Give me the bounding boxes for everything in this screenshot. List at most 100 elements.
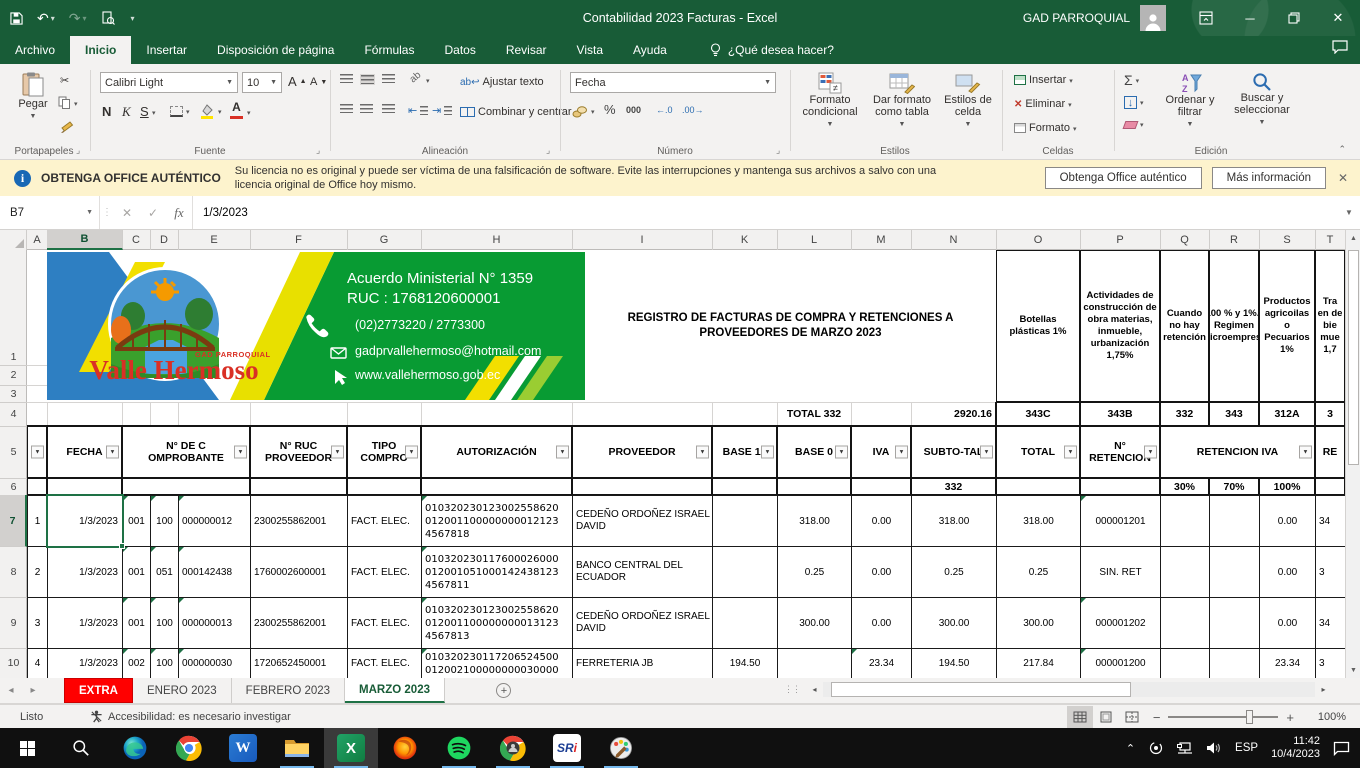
column-header-H[interactable]: H [421,230,573,250]
cell-F9[interactable]: 2300255862001 [250,597,348,649]
table-subheader-L[interactable] [776,477,852,496]
restore-button[interactable] [1272,0,1316,36]
row-header-1[interactable]: 1 [0,250,27,366]
table-header-A[interactable]: ▼ [26,425,48,479]
cell-S10[interactable]: 23.34 [1259,648,1316,678]
cell-S7[interactable]: 0.00 [1259,495,1316,547]
cell-Q4-code[interactable]: 332 [1159,401,1210,427]
delete-cells-button[interactable]: ✕ Eliminar▾ [1014,98,1072,110]
cell-R10[interactable] [1209,648,1260,678]
format-painter-icon[interactable] [60,120,74,134]
table-header-G[interactable]: TIPO COMPRO▼ [346,425,422,479]
cell-S4-code[interactable]: 312A [1258,401,1316,427]
row-header-7[interactable]: 7 [0,495,27,547]
header-P1-retention[interactable]: Actividades de construcción de obra mate… [1079,249,1161,403]
decrease-decimal-icon[interactable]: .00→ [682,105,704,115]
orientation-dropdown-icon[interactable]: ▾ [426,76,430,85]
table-subheader-M[interactable] [850,477,912,496]
align-left-icon[interactable] [340,104,353,113]
cell-R4-code[interactable]: 343 [1208,401,1260,427]
license-close-icon[interactable]: ✕ [1326,171,1360,185]
sort-filter-button[interactable]: AZ Ordenar y filtrar ▼ [1158,72,1222,131]
zoom-slider[interactable] [1168,716,1278,718]
cell-F7[interactable]: 2300255862001 [250,495,348,547]
accounting-format-icon[interactable]: ▾ [572,104,595,118]
underline-dropdown-icon[interactable]: ▾ [152,108,156,117]
cell-A7[interactable]: 1 [27,495,48,547]
portapapeles-launcher-icon[interactable]: ⌟ [76,145,80,156]
table-header-F[interactable]: N° RUC PROVEEDOR▼ [249,425,348,479]
cell-N7[interactable]: 318.00 [911,495,997,547]
header-S1-retention[interactable]: Productos agricoilas o Pecuarios 1% [1258,249,1316,403]
autosum-icon[interactable]: Σ▾ [1124,72,1139,88]
network-icon[interactable] [1177,741,1193,755]
close-button[interactable]: ✕ [1316,0,1360,36]
edge-icon[interactable] [108,728,162,768]
fuente-launcher-icon[interactable]: ⌟ [316,145,320,156]
column-header-G[interactable]: G [347,230,422,250]
cell-O9[interactable]: 300.00 [996,597,1081,649]
cell-R8[interactable] [1209,546,1260,598]
filter-icon-L[interactable]: ▼ [835,446,848,459]
table-subheader-R[interactable]: 70% [1208,477,1260,496]
select-all-corner[interactable] [0,230,27,250]
cell-I10[interactable]: FERRETERIA JB [572,648,713,678]
increase-decimal-icon[interactable]: ←.0 [656,105,673,115]
filter-icon-N[interactable]: ▼ [980,446,993,459]
table-subheader-C[interactable] [121,477,251,496]
tab-disposicion[interactable]: Disposición de página [202,36,349,64]
bold-button[interactable]: N [102,104,111,119]
column-header-R[interactable]: R [1209,230,1260,250]
meet-now-icon[interactable] [1148,741,1164,755]
cell-O4-code[interactable]: 343C [995,401,1081,427]
insert-cells-button[interactable]: Insertar▾ [1014,74,1073,86]
filter-icon-K[interactable]: ▼ [761,446,774,459]
cell-O8[interactable]: 0.25 [996,546,1081,598]
sheet-tab-marzo[interactable]: MARZO 2023 [345,678,445,703]
taskbar-search-icon[interactable] [54,728,108,768]
cell-P9[interactable]: 000001202 [1080,597,1161,649]
cell-styles-button[interactable]: Estilos de celda ▼ [942,72,994,131]
table-subheader-T[interactable] [1314,477,1345,496]
formula-bar-splitter[interactable]: ⋮ [100,196,114,229]
header-R1-retention[interactable]: 100 % y 1%.- Regimen microempresa [1208,249,1260,403]
format-as-table-dropdown[interactable]: ▼ [899,119,906,131]
name-box-dropdown-icon[interactable]: ▼ [86,209,93,216]
get-genuine-office-button[interactable]: Obtenga Office auténtico [1045,167,1202,189]
zoom-in-icon[interactable]: + [1286,710,1294,725]
table-subheader-B[interactable] [46,477,123,496]
cell-B9[interactable]: 1/3/2023 [47,597,123,649]
undo-dropdown-icon[interactable]: ▾ [51,14,55,23]
zoom-out-icon[interactable]: − [1153,710,1161,725]
cell-L10[interactable] [777,648,852,678]
column-header-M[interactable]: M [851,230,912,250]
cell-T10[interactable]: 3 [1315,648,1345,678]
align-top-icon[interactable] [340,74,353,83]
row-header-10[interactable]: 10 [0,648,27,678]
filter-icon-P[interactable]: ▼ [1144,446,1157,459]
column-header-P[interactable]: P [1080,230,1161,250]
cell-M10[interactable]: 23.34 [851,648,912,678]
zoom-level[interactable]: 100% [1302,711,1346,723]
cell-M7[interactable]: 0.00 [851,495,912,547]
cell-P8[interactable]: SIN. RET [1080,546,1161,598]
scroll-down-icon[interactable]: ▼ [1346,662,1360,678]
cell-P7[interactable]: 000001201 [1080,495,1161,547]
copy-icon[interactable]: ▾ [58,96,78,110]
column-header-B[interactable]: B [47,230,123,250]
customize-quick-access-icon[interactable]: ▾ [129,14,135,23]
cell-K9[interactable] [712,597,778,649]
sheet-tab-enero[interactable]: ENERO 2023 [133,678,232,703]
start-button[interactable] [0,728,54,768]
row-header-9[interactable]: 9 [0,597,27,649]
spotify-icon[interactable] [432,728,486,768]
find-select-dropdown[interactable]: ▼ [1259,117,1266,129]
cell-K7[interactable] [712,495,778,547]
column-header-I[interactable]: I [572,230,713,250]
cell-D8[interactable]: 051 [150,546,179,598]
formula-input[interactable]: 1/3/2023 [192,196,1338,229]
language-indicator[interactable]: ESP [1235,742,1258,754]
cell-Q9[interactable] [1160,597,1210,649]
vertical-scrollbar[interactable]: ▲ ▼ [1345,230,1360,678]
cell-A9[interactable]: 3 [27,597,48,649]
